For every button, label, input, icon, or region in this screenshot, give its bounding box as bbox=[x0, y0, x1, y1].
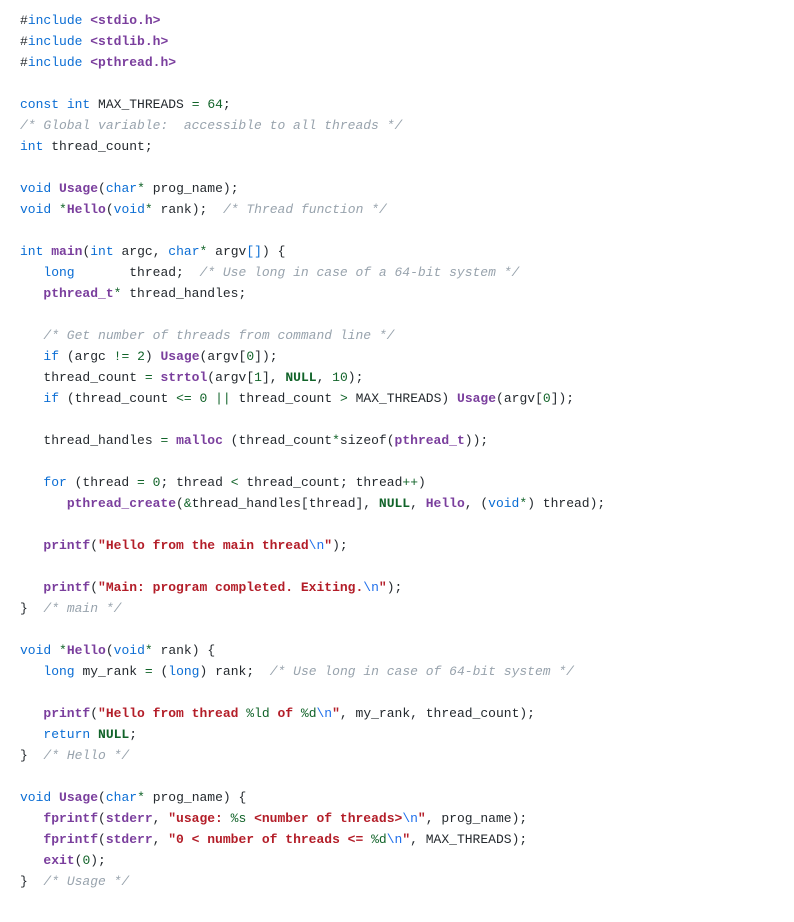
code-line: } /* Usage */ bbox=[20, 871, 774, 892]
code-line: long my_rank = (long) rank; /* Use long … bbox=[20, 661, 774, 682]
code-line: void *Hello(void* rank) { bbox=[20, 640, 774, 661]
code-line: thread_count = strtol(argv[1], NULL, 10)… bbox=[20, 367, 774, 388]
code-line: #include <stdio.h> bbox=[20, 10, 774, 31]
code-line: long thread; /* Use long in case of a 64… bbox=[20, 262, 774, 283]
code-line: void Usage(char* prog_name); bbox=[20, 178, 774, 199]
code-line: printf("Main: program completed. Exiting… bbox=[20, 577, 774, 598]
code-line: if (thread_count <= 0 || thread_count > … bbox=[20, 388, 774, 409]
code-line: const int MAX_THREADS = 64; bbox=[20, 94, 774, 115]
code-block: #include <stdio.h>#include <stdlib.h>#in… bbox=[20, 10, 774, 892]
code-line: void Usage(char* prog_name) { bbox=[20, 787, 774, 808]
code-line: fprintf(stderr, "0 < number of threads <… bbox=[20, 829, 774, 850]
code-line: int thread_count; bbox=[20, 136, 774, 157]
code-line: } /* Hello */ bbox=[20, 745, 774, 766]
code-line: return NULL; bbox=[20, 724, 774, 745]
code-line: exit(0); bbox=[20, 850, 774, 871]
code-line: thread_handles = malloc (thread_count*si… bbox=[20, 430, 774, 451]
code-line: if (argc != 2) Usage(argv[0]); bbox=[20, 346, 774, 367]
code-line: pthread_t* thread_handles; bbox=[20, 283, 774, 304]
code-line: for (thread = 0; thread < thread_count; … bbox=[20, 472, 774, 493]
code-line: } /* main */ bbox=[20, 598, 774, 619]
code-line: #include <stdlib.h> bbox=[20, 31, 774, 52]
code-line: int main(int argc, char* argv[]) { bbox=[20, 241, 774, 262]
code-line: fprintf(stderr, "usage: %s <number of th… bbox=[20, 808, 774, 829]
code-line: void *Hello(void* rank); /* Thread funct… bbox=[20, 199, 774, 220]
code-line: printf("Hello from the main thread\n"); bbox=[20, 535, 774, 556]
code-line: #include <pthread.h> bbox=[20, 52, 774, 73]
code-line: /* Global variable: accessible to all th… bbox=[20, 115, 774, 136]
code-line: printf("Hello from thread %ld of %d\n", … bbox=[20, 703, 774, 724]
code-line: /* Get number of threads from command li… bbox=[20, 325, 774, 346]
code-line: pthread_create(&thread_handles[thread], … bbox=[20, 493, 774, 514]
